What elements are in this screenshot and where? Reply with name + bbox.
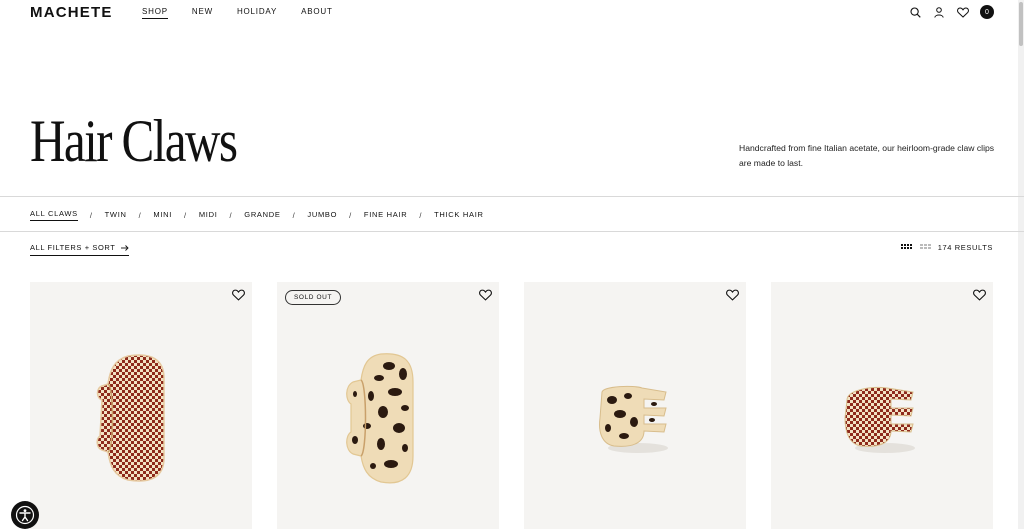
wishlist-icon[interactable]: [956, 5, 970, 19]
main-nav: SHOP NEW HOLIDAY ABOUT: [142, 7, 357, 19]
product-card[interactable]: [524, 282, 746, 529]
filters-sort-button[interactable]: ALL FILTERS + SORT: [30, 243, 130, 256]
site-header: MACHETE SHOP NEW HOLIDAY ABOUT 0: [0, 0, 1024, 26]
separator: /: [292, 210, 296, 220]
tab-all-claws[interactable]: ALL CLAWS: [30, 209, 78, 221]
scrollbar-thumb[interactable]: [1019, 2, 1023, 46]
tab-mini[interactable]: MINI: [153, 210, 172, 221]
tab-grande[interactable]: GRANDE: [244, 210, 280, 221]
filters-label: ALL FILTERS + SORT: [30, 243, 116, 252]
tab-thick-hair[interactable]: THICK HAIR: [434, 210, 484, 221]
separator: /: [349, 210, 352, 220]
divider: [0, 196, 1024, 197]
nav-about[interactable]: ABOUT: [301, 7, 333, 19]
heart-icon[interactable]: [973, 289, 986, 301]
separator: /: [184, 210, 187, 220]
results-count: 174 RESULTS: [937, 243, 993, 252]
product-card[interactable]: SOLD OUT: [277, 282, 499, 529]
cart-badge[interactable]: 0: [980, 5, 994, 19]
separator: /: [89, 210, 93, 220]
separator: /: [229, 210, 233, 220]
page-description: Handcrafted from fine Italian acetate, o…: [739, 143, 995, 169]
separator: /: [138, 210, 142, 220]
page-title: Hair Claws: [30, 108, 238, 174]
arrow-right-icon: [121, 244, 130, 251]
scrollbar[interactable]: [1018, 0, 1024, 529]
product-card[interactable]: [771, 282, 993, 529]
tab-jumbo[interactable]: JUMBO: [307, 210, 337, 221]
product-image-tortoise-claw: [346, 353, 414, 484]
nav-new[interactable]: NEW: [192, 7, 213, 19]
header-icons: 0: [908, 5, 994, 19]
accessibility-button[interactable]: [11, 501, 39, 529]
grid-3-icon[interactable]: [920, 244, 931, 249]
account-icon[interactable]: [932, 5, 946, 19]
accessibility-icon: [15, 505, 35, 525]
nav-shop[interactable]: SHOP: [142, 7, 168, 19]
grid-view-toggle: [901, 244, 931, 249]
separator: /: [419, 210, 423, 220]
product-image-tortoise-mini-claw: [599, 385, 668, 453]
tab-twin[interactable]: TWIN: [105, 210, 127, 221]
heart-icon[interactable]: [232, 289, 245, 301]
tab-midi[interactable]: MIDI: [199, 210, 218, 221]
product-image-checker-mini-claw: [844, 387, 915, 453]
product-image-checker-claw: [96, 354, 165, 482]
nav-holiday[interactable]: HOLIDAY: [237, 7, 277, 19]
heart-icon[interactable]: [479, 289, 492, 301]
category-tabs: ALL CLAWS / TWIN / MINI / MIDI / GRANDE / JUM…: [30, 209, 484, 221]
logo[interactable]: MACHETE: [30, 4, 113, 21]
product-card[interactable]: [30, 282, 252, 529]
grid-4-icon[interactable]: [901, 244, 912, 249]
search-icon[interactable]: [908, 5, 922, 19]
sold-out-badge: SOLD OUT: [285, 290, 342, 305]
tab-fine-hair[interactable]: FINE HAIR: [364, 210, 407, 221]
heart-icon[interactable]: [726, 289, 739, 301]
divider: [0, 231, 1024, 232]
